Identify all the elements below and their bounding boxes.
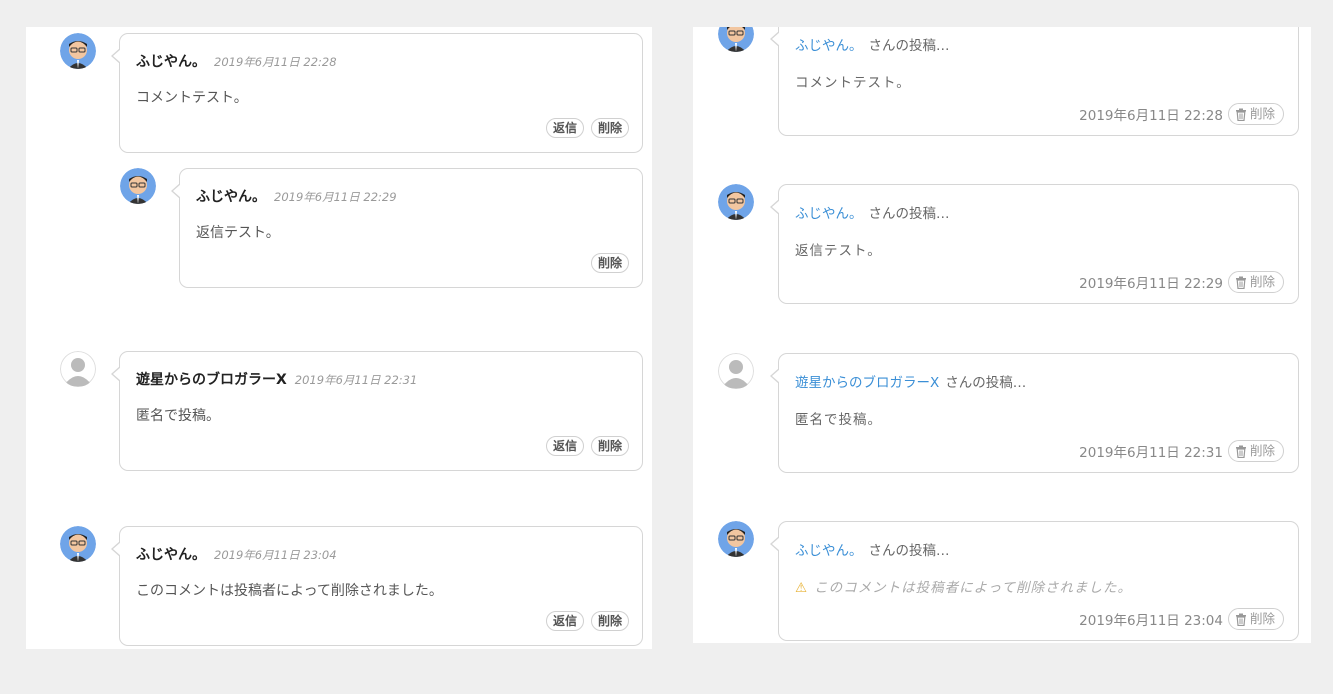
- delete-button[interactable]: 削除: [1227, 440, 1284, 462]
- delete-label: 削除: [1249, 274, 1275, 289]
- deleted-comment-notice: ⚠ このコメントは投稿者によって削除されました。: [795, 576, 1132, 596]
- delete-label: 削除: [1249, 611, 1275, 626]
- reply-button[interactable]: 返信: [545, 436, 584, 456]
- delete-label: 削除: [1249, 443, 1275, 458]
- user-avatar: [120, 168, 156, 204]
- trash-icon: [1235, 445, 1247, 458]
- comment-author-link[interactable]: ふじやん。: [795, 38, 863, 54]
- trash-icon: [1235, 108, 1247, 121]
- comment-text: このコメントは投稿者によって削除されました。: [814, 580, 1133, 596]
- comment-text: コメントテスト。: [795, 75, 911, 91]
- comment-card: ふじやん。 さんの投稿… コメントテスト。 2019年6月11日 22:28 削除: [770, 27, 1299, 136]
- user-avatar: [718, 27, 754, 52]
- comment-text: 匿名で投稿。: [136, 408, 220, 424]
- trash-icon: [1235, 276, 1247, 289]
- anonymous-avatar: [60, 351, 96, 387]
- comment-card: ふじやん。 2019年6月11日 23:04 このコメントは投稿者によって削除され…: [111, 526, 643, 646]
- comment-date: 2019年6月11日 22:31: [294, 373, 418, 387]
- comment-date: 2019年6月11日 22:28: [1079, 108, 1223, 124]
- comment-author: ふじやん。: [196, 189, 266, 205]
- comment-text: このコメントは投稿者によって削除されました。: [136, 583, 443, 599]
- comment-text: 匿名で投稿。: [795, 412, 882, 428]
- trash-icon: [1235, 613, 1247, 626]
- comment-card: ふじやん。 2019年6月11日 22:28 コメントテスト。 返信 削除: [111, 33, 643, 153]
- comment-author-link[interactable]: ふじやん。: [795, 206, 863, 222]
- comment-date: 2019年6月11日 23:04: [1079, 613, 1223, 629]
- comment-date: 2019年6月11日 22:29: [274, 190, 397, 204]
- delete-button[interactable]: 削除: [1227, 103, 1284, 125]
- comment-card: ふじやん。 さんの投稿… ⚠ このコメントは投稿者によって削除されました。 2019…: [770, 521, 1299, 641]
- user-avatar: [60, 526, 96, 562]
- comment-date: 2019年6月11日 22:29: [1079, 276, 1223, 292]
- reply-button[interactable]: 返信: [545, 118, 584, 138]
- comment-list-alt-style: ふじやん。 さんの投稿… コメントテスト。 2019年6月11日 22:28 削除…: [693, 27, 1311, 643]
- comment-text: 返信テスト。: [196, 225, 280, 241]
- delete-button[interactable]: 削除: [1227, 608, 1284, 630]
- delete-button[interactable]: 削除: [590, 253, 629, 273]
- reply-comment-card: ふじやん。 2019年6月11日 22:29 返信テスト。 削除: [171, 168, 643, 288]
- anonymous-avatar: [718, 353, 754, 389]
- comment-list-default-style: ふじやん。 2019年6月11日 22:28 コメントテスト。 返信 削除 ふじや…: [26, 27, 652, 649]
- delete-button[interactable]: 削除: [1227, 271, 1284, 293]
- delete-button[interactable]: 削除: [590, 436, 629, 456]
- delete-button[interactable]: 削除: [590, 611, 629, 631]
- comment-card: 遊星からのブロガラーX 2019年6月11日 22:31 匿名で投稿。 返信 削除: [111, 351, 643, 471]
- comment-author-suffix: さんの投稿…: [945, 375, 1027, 391]
- comment-date: 2019年6月11日 23:04: [214, 548, 337, 562]
- comment-author-suffix: さんの投稿…: [868, 206, 950, 222]
- comment-text: 返信テスト。: [795, 243, 882, 259]
- comment-author: ふじやん。: [136, 547, 206, 563]
- warning-icon: ⚠: [795, 580, 809, 596]
- comment-date: 2019年6月11日 22:31: [1079, 445, 1223, 461]
- comment-author: ふじやん。: [136, 54, 206, 70]
- reply-button[interactable]: 返信: [545, 611, 584, 631]
- comment-author-suffix: さんの投稿…: [868, 38, 950, 54]
- comment-author: 遊星からのブロガラーX: [136, 372, 287, 388]
- delete-label: 削除: [1249, 106, 1275, 121]
- comment-text: コメントテスト。: [136, 90, 248, 106]
- comment-author-link[interactable]: 遊星からのブロガラーX: [795, 375, 939, 391]
- comment-card: ふじやん。 さんの投稿… 返信テスト。 2019年6月11日 22:29 削除: [770, 184, 1299, 304]
- comment-author-suffix: さんの投稿…: [868, 543, 950, 559]
- user-avatar: [718, 521, 754, 557]
- comment-author-link[interactable]: ふじやん。: [795, 543, 863, 559]
- comment-card: 遊星からのブロガラーX さんの投稿… 匿名で投稿。 2019年6月11日 22:3…: [770, 353, 1299, 473]
- user-avatar: [718, 184, 754, 220]
- delete-button[interactable]: 削除: [590, 118, 629, 138]
- user-avatar: [60, 33, 96, 69]
- comment-date: 2019年6月11日 22:28: [214, 55, 337, 69]
